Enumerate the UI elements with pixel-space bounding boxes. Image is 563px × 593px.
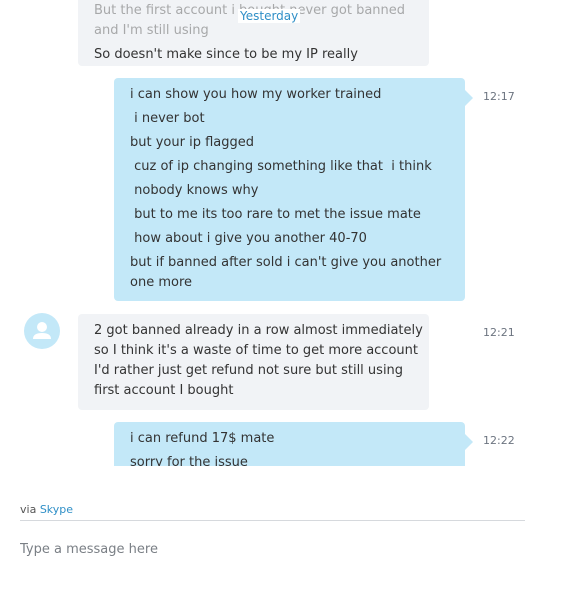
via-label: via Skype [20, 503, 73, 516]
message-line: So doesn't make since to be my IP really [94, 47, 358, 62]
composer-divider [20, 520, 525, 521]
message-line: i never bot [130, 111, 205, 126]
message-line: cuz of ip changing something like that i… [130, 159, 432, 174]
conversation-area: But the first account i bought never got… [0, 0, 563, 466]
message-timestamp: 12:22 [483, 434, 515, 447]
message-line: I'd rather just get refund not sure but … [94, 363, 404, 378]
message-line: but if banned after sold i can't give yo… [130, 255, 442, 290]
incoming-message: 2 got banned already in a row almost imm… [78, 314, 429, 410]
message-line: sorry for the issue [130, 455, 248, 466]
skype-link[interactable]: Skype [40, 503, 73, 516]
message-line: first account I bought [94, 383, 234, 398]
message-line: but to me its too rare to met the issue … [130, 207, 421, 222]
message-line: i can refund 17$ mate [130, 431, 275, 446]
message-line: so I think it's a waste of time to get m… [94, 343, 418, 358]
message-line: i can show you how my worker trained [130, 87, 382, 102]
message-timestamp: 12:21 [483, 326, 515, 339]
via-prefix: via [20, 503, 37, 516]
message-timestamp: 12:17 [483, 90, 515, 103]
message-input[interactable] [20, 538, 525, 560]
default-user-avatar-icon[interactable] [24, 313, 60, 349]
message-line: 2 got banned already in a row almost imm… [94, 323, 423, 338]
outgoing-message: i can show you how my worker trained i n… [114, 78, 473, 301]
message-line: but your ip flagged [130, 135, 254, 150]
outgoing-message: i can refund 17$ mate sorry for the issu… [114, 422, 473, 466]
message-line: and I'm still using [94, 23, 209, 38]
date-divider: Yesterday [238, 9, 301, 23]
message-line: nobody knows why [130, 183, 259, 198]
message-line: how about i give you another 40-70 [130, 231, 367, 246]
